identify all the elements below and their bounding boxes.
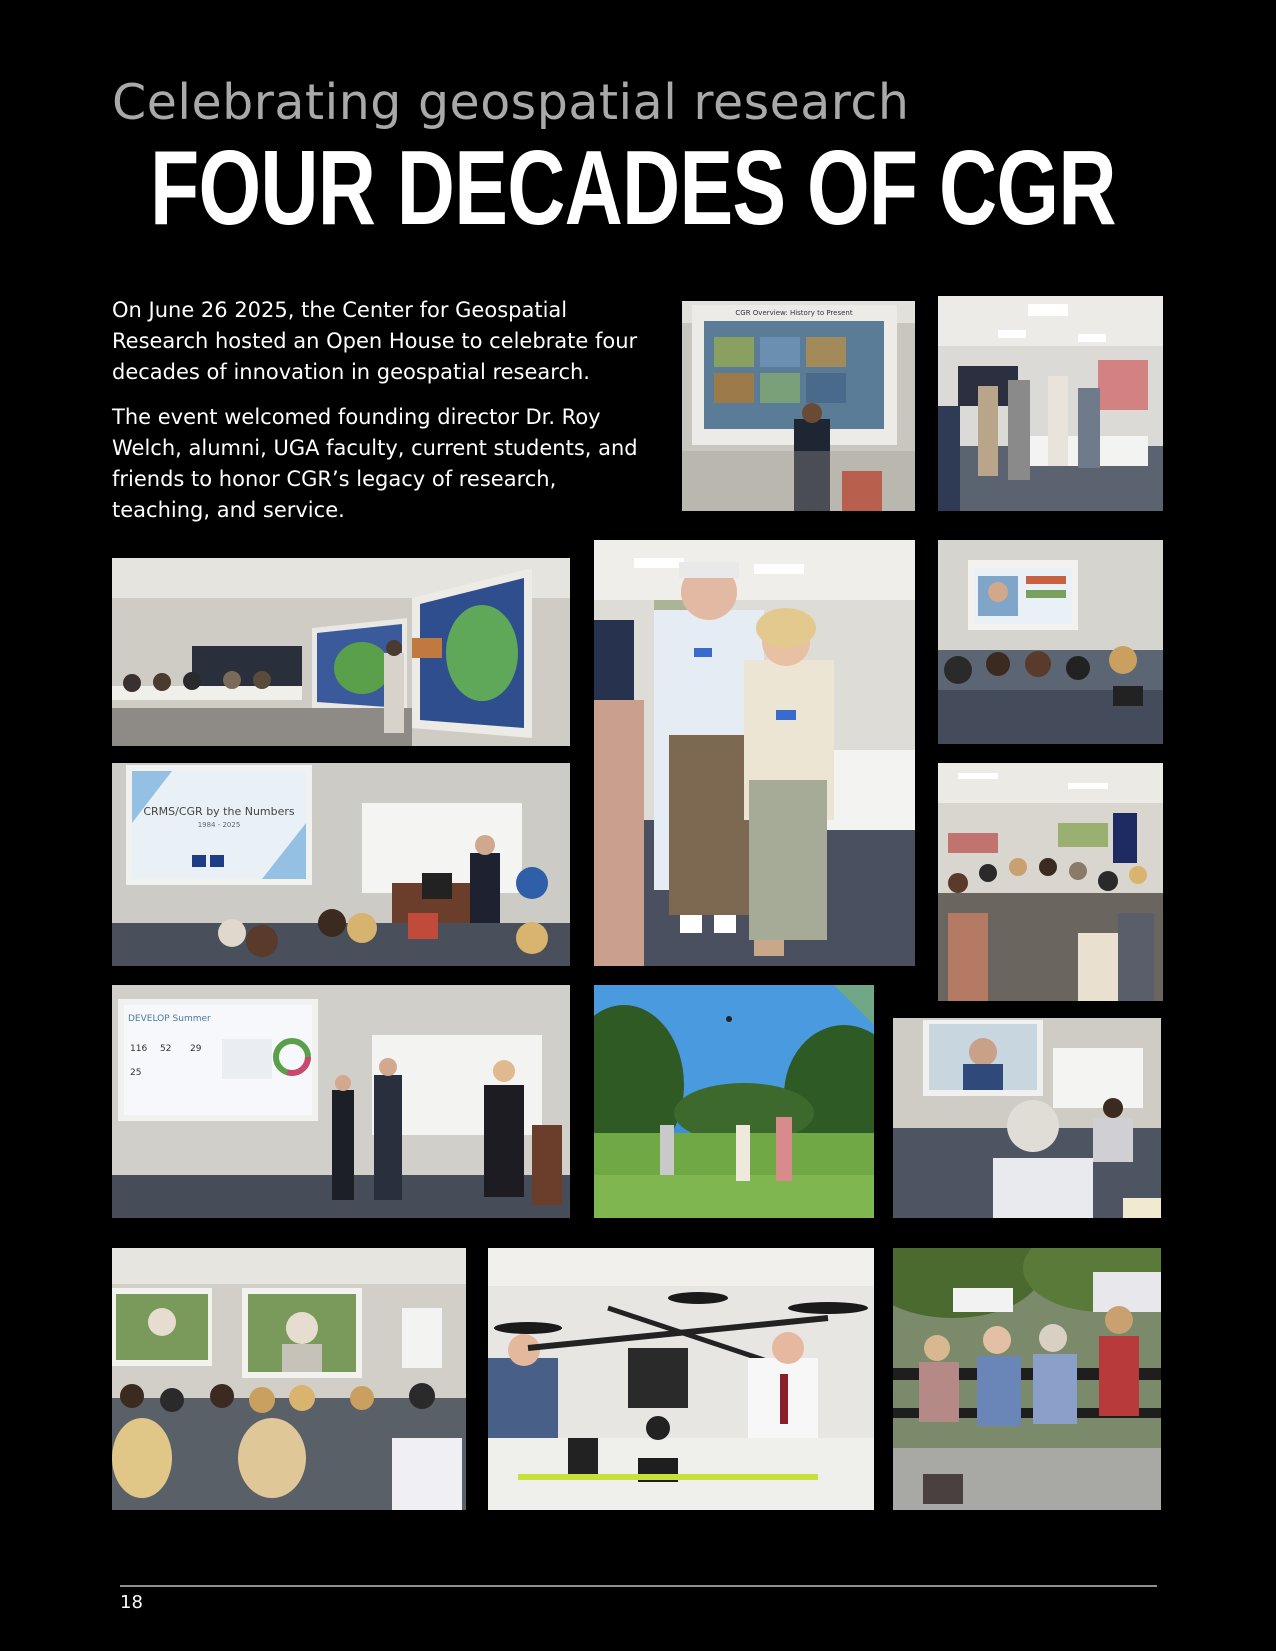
- history-slide-title: CGR Overview: History to Present: [735, 309, 852, 317]
- photo-develop-student-presentation: DEVELOP Summer 116 52 29 25: [112, 985, 570, 1218]
- numbers-slide-years: 1984 - 2025: [198, 821, 241, 829]
- intro-text: On June 26 2025, the Center for Geospati…: [112, 295, 652, 540]
- photo-remote-speaker-audience: [893, 1018, 1161, 1218]
- photo-guests-on-bench: [893, 1248, 1161, 1510]
- develop-stat-3: 29: [190, 1044, 202, 1054]
- photo-drone-equipment-display: [488, 1248, 874, 1510]
- page-number: 18: [120, 1592, 143, 1613]
- intro-paragraph-1: On June 26 2025, the Center for Geospati…: [112, 298, 638, 384]
- page-title: FOUR DECADES OF CGR: [150, 129, 1116, 247]
- develop-stat-1: 116: [130, 1044, 147, 1054]
- develop-slide-title: DEVELOP Summer: [128, 1014, 211, 1024]
- intro-paragraph-2: The event welcomed founding director Dr.…: [112, 405, 638, 522]
- photo-classroom-map-projection: [112, 558, 570, 746]
- footer-divider: [120, 1585, 1157, 1587]
- photo-lab-crowd: [938, 763, 1163, 1001]
- photo-presenter-history-slide: CGR Overview: History to Present: [682, 301, 915, 511]
- photo-dual-screen-video-call: [112, 1248, 466, 1510]
- photo-founding-director-portrait: [594, 540, 915, 966]
- photo-crowd-mingling: [938, 296, 1163, 511]
- develop-stat-2: 52: [160, 1044, 171, 1054]
- photo-outdoor-drone-demo: [594, 985, 874, 1218]
- develop-stat-4: 25: [130, 1068, 141, 1078]
- kicker-heading: Celebrating geospatial research: [112, 74, 910, 131]
- photo-presenter-numbers-slide: CRMS/CGR by the Numbers 1984 - 2025: [112, 763, 570, 966]
- photo-audience-video-call: [938, 540, 1163, 744]
- numbers-slide-title: CRMS/CGR by the Numbers: [143, 805, 295, 818]
